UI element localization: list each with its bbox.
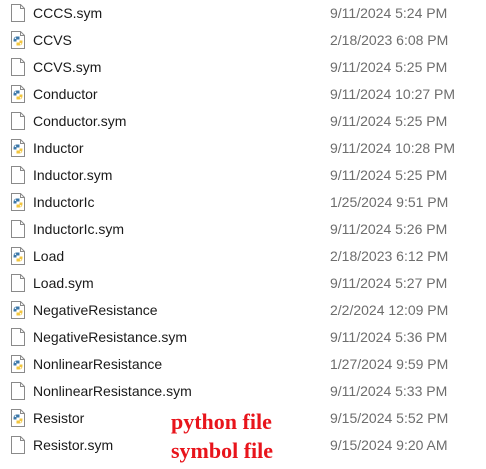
python-file-icon: [11, 409, 25, 427]
file-row[interactable]: Inductor 9/11/2024 10:28 PM: [0, 135, 486, 162]
date-modified: 9/11/2024 10:28 PM: [330, 140, 456, 156]
date-modified: 2/2/2024 12:09 PM: [330, 302, 449, 318]
date-modified: 9/11/2024 5:33 PM: [330, 383, 448, 399]
python-file-icon: [11, 247, 25, 265]
document-icon: [11, 166, 25, 184]
file-name: Inductor.sym: [33, 167, 113, 183]
file-row[interactable]: Load.sym 9/11/2024 5:27 PM: [0, 270, 486, 297]
date-modified: 2/18/2023 6:12 PM: [330, 248, 449, 264]
document-icon: [11, 112, 25, 130]
file-list: CCCS.sym 9/11/2024 5:24 PM CCVS 2/18/2023 6…: [0, 0, 486, 459]
date-modified: 9/15/2024 9:20 AM: [330, 437, 448, 453]
date-modified: 9/11/2024 10:27 PM: [330, 86, 456, 102]
file-row[interactable]: Conductor 9/11/2024 10:27 PM: [0, 81, 486, 108]
date-modified: 1/25/2024 9:51 PM: [330, 194, 449, 210]
python-file-annotation: python file: [171, 409, 272, 434]
date-modified: 9/11/2024 5:25 PM: [330, 113, 448, 129]
file-row[interactable]: InductorIc.sym 9/11/2024 5:26 PM: [0, 216, 486, 243]
file-name: Conductor: [33, 86, 98, 102]
date-modified: 9/15/2024 5:52 PM: [330, 410, 449, 426]
date-modified: 9/11/2024 5:26 PM: [330, 221, 448, 237]
python-file-icon: [11, 85, 25, 103]
file-name: InductorIc.sym: [33, 221, 125, 237]
file-name: CCVS: [33, 32, 72, 48]
document-icon: [11, 220, 25, 238]
python-file-icon: [11, 193, 25, 211]
python-file-icon: [11, 31, 25, 49]
python-file-icon: [11, 355, 25, 373]
document-icon: [11, 436, 25, 454]
symbol-file-annotation: symbol file: [171, 438, 274, 463]
file-name: Resistor.sym: [33, 437, 114, 453]
file-name: NegativeResistance: [33, 302, 158, 318]
file-name: InductorIc: [33, 194, 95, 210]
file-name: Load: [33, 248, 65, 264]
file-row[interactable]: CCVS.sym 9/11/2024 5:25 PM: [0, 54, 486, 81]
file-row[interactable]: CCCS.sym 9/11/2024 5:24 PM: [0, 0, 486, 27]
file-name: NegativeResistance.sym: [33, 329, 188, 345]
file-name: CCVS.sym: [33, 59, 102, 75]
document-icon: [11, 274, 25, 292]
file-row[interactable]: NonlinearResistance.sym 9/11/2024 5:33 PM: [0, 378, 486, 405]
file-name: CCCS.sym: [33, 5, 103, 21]
document-icon: [11, 382, 25, 400]
date-modified: 9/11/2024 5:36 PM: [330, 329, 448, 345]
file-name: Load.sym: [33, 275, 94, 291]
date-modified: 9/11/2024 5:27 PM: [330, 275, 448, 291]
document-icon: [11, 4, 25, 22]
date-modified: 1/27/2024 9:59 PM: [330, 356, 449, 372]
file-row[interactable]: Load 2/18/2023 6:12 PM: [0, 243, 486, 270]
file-name: Conductor.sym: [33, 113, 127, 129]
python-file-icon: [11, 301, 25, 319]
date-modified: 9/11/2024 5:25 PM: [330, 59, 448, 75]
date-modified: 2/18/2023 6:08 PM: [330, 32, 449, 48]
date-modified: 9/11/2024 5:24 PM: [330, 5, 448, 21]
file-name: Inductor: [33, 140, 84, 156]
file-row[interactable]: Conductor.sym 9/11/2024 5:25 PM: [0, 108, 486, 135]
file-row[interactable]: CCVS 2/18/2023 6:08 PM: [0, 27, 486, 54]
document-icon: [11, 328, 25, 346]
document-icon: [11, 58, 25, 76]
file-row[interactable]: NonlinearResistance 1/27/2024 9:59 PM: [0, 351, 486, 378]
file-row[interactable]: Inductor.sym 9/11/2024 5:25 PM: [0, 162, 486, 189]
file-row[interactable]: NegativeResistance.sym 9/11/2024 5:36 PM: [0, 324, 486, 351]
file-name: NonlinearResistance: [33, 356, 163, 372]
file-row[interactable]: NegativeResistance 2/2/2024 12:09 PM: [0, 297, 486, 324]
file-name: NonlinearResistance.sym: [33, 383, 192, 399]
date-modified: 9/11/2024 5:25 PM: [330, 167, 448, 183]
file-name: Resistor: [33, 410, 85, 426]
file-row[interactable]: InductorIc 1/25/2024 9:51 PM: [0, 189, 486, 216]
python-file-icon: [11, 139, 25, 157]
